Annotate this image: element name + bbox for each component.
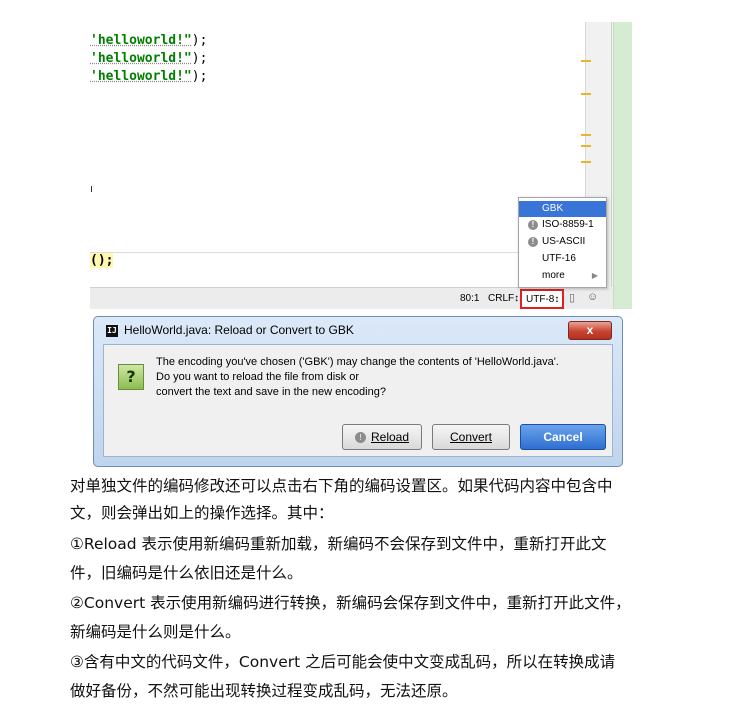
submenu-arrow-icon: ▶	[591, 271, 598, 280]
text-line: 件，旧编码是什么依旧还是什么。	[70, 564, 303, 582]
warning-marker[interactable]	[581, 134, 591, 136]
cancel-button[interactable]: Cancel	[520, 424, 606, 450]
text-line: 对单独文件的编码修改还可以点击右下角的编码设置区。如果代码内容中包含中	[70, 477, 613, 495]
reload-button[interactable]: ! Reload	[342, 424, 422, 450]
encoding-option-us-ascii[interactable]: ! US-ASCII	[519, 234, 606, 250]
text-line: ②Convert 表示使用新编码进行转换，新编码会保存到文件中，重新打开此文件，	[70, 594, 631, 612]
code-line[interactable]: 'helloworld!");	[90, 32, 207, 50]
scrollbar-track[interactable]	[611, 22, 612, 287]
code-area[interactable]: 'helloworld!"); 'helloworld!"); 'hellowo…	[90, 32, 207, 86]
encoding-option-iso-8859-1[interactable]: ! ISO-8859-1	[519, 217, 606, 233]
encoding-option-gbk[interactable]: GBK	[519, 201, 606, 217]
status-bar: 80:1 CRLF↕ UTF-8↕ ▯ ☺	[90, 288, 613, 309]
info-icon: !	[354, 432, 366, 443]
code-line[interactable]: 'helloworld!");	[90, 68, 207, 86]
dialog-body: ? The encoding you've chosen ('GBK') may…	[103, 344, 613, 457]
encoding-selector[interactable]: UTF-8↕	[520, 289, 565, 309]
hector-icon[interactable]: ☺	[587, 291, 598, 303]
close-button[interactable]: x	[568, 321, 612, 340]
divider	[90, 252, 583, 253]
convert-button[interactable]: Convert	[432, 424, 510, 450]
code-line-brace[interactable]: ();	[90, 253, 114, 268]
question-icon: ?	[118, 364, 144, 390]
reload-convert-dialog: IJ HelloWorld.java: Reload or Convert to…	[93, 316, 623, 467]
warning-marker[interactable]	[581, 93, 591, 95]
warning-icon: !	[528, 237, 538, 247]
dialog-message: The encoding you've chosen ('GBK') may c…	[156, 356, 559, 398]
code-line[interactable]: 'helloworld!");	[90, 50, 207, 68]
text-line: 新编码是什么则是什么。	[70, 623, 241, 641]
warning-marker[interactable]	[581, 161, 591, 163]
intellij-icon: IJ	[106, 325, 118, 337]
line-separator-selector[interactable]: CRLF↕	[488, 293, 519, 304]
text-line: 文，则会弹出如上的操作选择。其中：	[70, 504, 334, 522]
warning-marker[interactable]	[581, 60, 591, 62]
caret-marker	[91, 186, 92, 192]
text-line: ①Reload 表示使用新编码重新加载，新编码不会保存到文件中，重新打开此文	[70, 535, 607, 553]
dialog-title: HelloWorld.java: Reload or Convert to GB…	[124, 323, 354, 337]
side-panel	[613, 22, 632, 309]
encoding-option-utf-16[interactable]: UTF-16	[519, 251, 606, 267]
code-editor[interactable]: 'helloworld!"); 'helloworld!"); 'hellowo…	[90, 22, 632, 309]
lock-icon[interactable]: ▯	[569, 291, 575, 304]
cursor-position[interactable]: 80:1	[460, 293, 479, 304]
warning-icon: !	[528, 220, 538, 230]
encoding-option-more[interactable]: more ▶	[519, 268, 606, 284]
warning-marker[interactable]	[581, 145, 591, 147]
text-line: ③含有中文的代码文件，Convert 之后可能会使中文变成乱码，所以在转换成请	[70, 653, 616, 671]
text-line: 做好备份，不然可能出现转换过程变成乱码，无法还原。	[70, 682, 458, 700]
dialog-titlebar[interactable]: IJ HelloWorld.java: Reload or Convert to…	[94, 317, 622, 343]
encoding-popup: GBK ! ISO-8859-1 ! US-ASCII UTF-16 more ▶	[518, 197, 607, 288]
